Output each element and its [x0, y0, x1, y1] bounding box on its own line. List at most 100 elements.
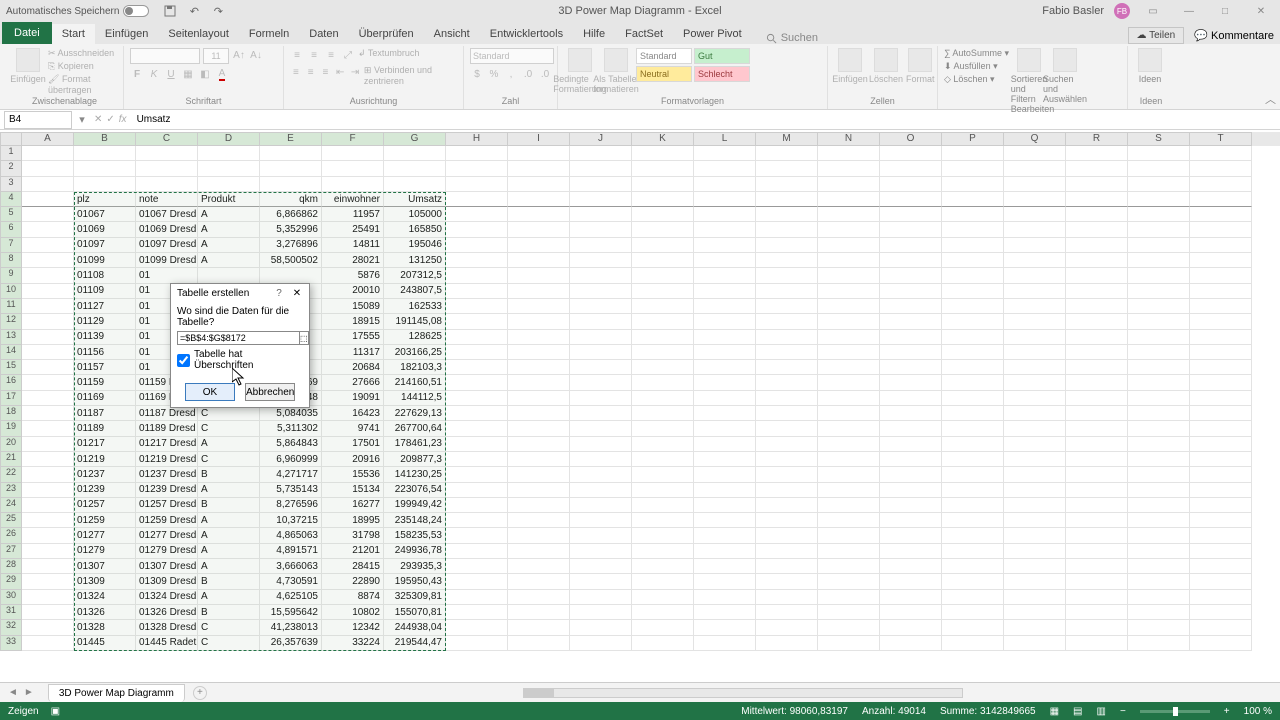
cell[interactable] — [880, 528, 942, 543]
cell[interactable] — [942, 406, 1004, 421]
ribbon-options-icon[interactable]: ▭ — [1140, 3, 1166, 19]
cell[interactable] — [1066, 391, 1128, 406]
cell[interactable] — [384, 161, 446, 176]
cell[interactable] — [1128, 559, 1190, 574]
cell[interactable]: 10,37215 — [260, 513, 322, 528]
cell[interactable] — [756, 330, 818, 345]
cell[interactable]: 191145,08 — [384, 314, 446, 329]
cell[interactable]: B — [198, 467, 260, 482]
cell[interactable] — [880, 284, 942, 299]
cell[interactable] — [22, 636, 74, 651]
cell[interactable] — [22, 421, 74, 436]
cell[interactable] — [942, 498, 1004, 513]
cell[interactable]: 01219 — [74, 452, 136, 467]
cell[interactable] — [756, 513, 818, 528]
cell[interactable]: 01259 — [74, 513, 136, 528]
cell[interactable] — [508, 177, 570, 192]
cell[interactable]: 4,865063 — [260, 528, 322, 543]
cell[interactable] — [1004, 544, 1066, 559]
cell[interactable]: 01097 — [74, 238, 136, 253]
cell[interactable] — [942, 559, 1004, 574]
cell[interactable] — [508, 253, 570, 268]
column-header[interactable]: B — [74, 132, 136, 146]
cell[interactable] — [22, 590, 74, 605]
cancel-button[interactable]: Abbrechen — [245, 383, 295, 401]
cell[interactable]: 01189 — [74, 421, 136, 436]
cell[interactable] — [818, 437, 880, 452]
row-header[interactable]: 28 — [0, 559, 22, 574]
cell[interactable] — [22, 177, 74, 192]
comments-button[interactable]: 💬 Kommentare — [1194, 29, 1274, 42]
cell[interactable] — [1004, 483, 1066, 498]
cell[interactable] — [22, 222, 74, 237]
cell[interactable] — [1128, 513, 1190, 528]
cell[interactable]: 4,271717 — [260, 467, 322, 482]
percent-icon[interactable]: % — [487, 67, 501, 81]
row-header[interactable]: 30 — [0, 590, 22, 605]
cell[interactable]: 01139 — [74, 330, 136, 345]
zoom-slider[interactable] — [1140, 710, 1210, 713]
font-color-icon[interactable]: A — [215, 67, 229, 81]
fill-color-icon[interactable]: ◧ — [198, 67, 212, 81]
cell[interactable] — [1004, 360, 1066, 375]
cell[interactable] — [322, 161, 384, 176]
cell[interactable] — [1066, 177, 1128, 192]
cell[interactable] — [22, 528, 74, 543]
collapse-ribbon-icon[interactable]: ︿ — [1265, 91, 1276, 107]
cell[interactable] — [1190, 299, 1252, 314]
cell[interactable]: 28415 — [322, 559, 384, 574]
inc-decimal-icon[interactable]: .0 — [521, 67, 535, 81]
cell[interactable]: 207312,5 — [384, 268, 446, 283]
cell[interactable] — [756, 314, 818, 329]
cell[interactable] — [1128, 467, 1190, 482]
cell[interactable] — [1190, 391, 1252, 406]
cell[interactable] — [1190, 360, 1252, 375]
cell[interactable] — [756, 574, 818, 589]
sheet-prev-icon[interactable]: ◄ — [8, 687, 18, 698]
cell[interactable] — [756, 421, 818, 436]
cell[interactable] — [74, 146, 136, 161]
cell[interactable]: 158235,53 — [384, 528, 446, 543]
cell[interactable] — [22, 498, 74, 513]
dialog-help-icon[interactable]: ? — [273, 288, 285, 299]
cell[interactable]: 01129 — [74, 314, 136, 329]
row-header[interactable]: 16 — [0, 375, 22, 390]
cell[interactable] — [446, 161, 508, 176]
cell[interactable] — [632, 375, 694, 390]
cell[interactable]: note — [136, 192, 198, 207]
auto-save[interactable]: Automatisches Speichern — [6, 5, 149, 17]
cell[interactable] — [22, 620, 74, 635]
cell[interactable] — [942, 528, 1004, 543]
zoom-out-icon[interactable]: − — [1120, 706, 1126, 717]
cell[interactable]: 01097 Dresd — [136, 238, 198, 253]
cell[interactable] — [508, 161, 570, 176]
fx-icon[interactable]: fx — [119, 114, 127, 125]
cell[interactable] — [1066, 360, 1128, 375]
cell[interactable] — [1190, 636, 1252, 651]
cell[interactable] — [74, 161, 136, 176]
cell[interactable] — [694, 253, 756, 268]
row-header[interactable]: 27 — [0, 544, 22, 559]
search-box[interactable]: Suchen — [766, 32, 818, 44]
cell[interactable] — [1128, 253, 1190, 268]
cell[interactable] — [880, 391, 942, 406]
cell[interactable] — [880, 559, 942, 574]
cell[interactable] — [570, 574, 632, 589]
cell[interactable]: 10802 — [322, 605, 384, 620]
cell[interactable] — [694, 177, 756, 192]
cell[interactable] — [446, 513, 508, 528]
cell[interactable]: 01309 Dresd — [136, 574, 198, 589]
align-top-icon[interactable]: ≡ — [290, 48, 304, 62]
column-header[interactable]: P — [942, 132, 1004, 146]
cell[interactable] — [942, 222, 1004, 237]
cell[interactable] — [632, 314, 694, 329]
cell[interactable] — [198, 146, 260, 161]
cell[interactable]: 01108 — [74, 268, 136, 283]
row-header[interactable]: 29 — [0, 574, 22, 589]
cell[interactable] — [1190, 406, 1252, 421]
copy-button[interactable]: ⎘ Kopieren — [48, 61, 117, 72]
cell[interactable] — [1004, 406, 1066, 421]
cell[interactable] — [446, 421, 508, 436]
sort-filter-button[interactable]: Sortieren und Filtern — [1013, 48, 1045, 104]
cell[interactable] — [508, 314, 570, 329]
